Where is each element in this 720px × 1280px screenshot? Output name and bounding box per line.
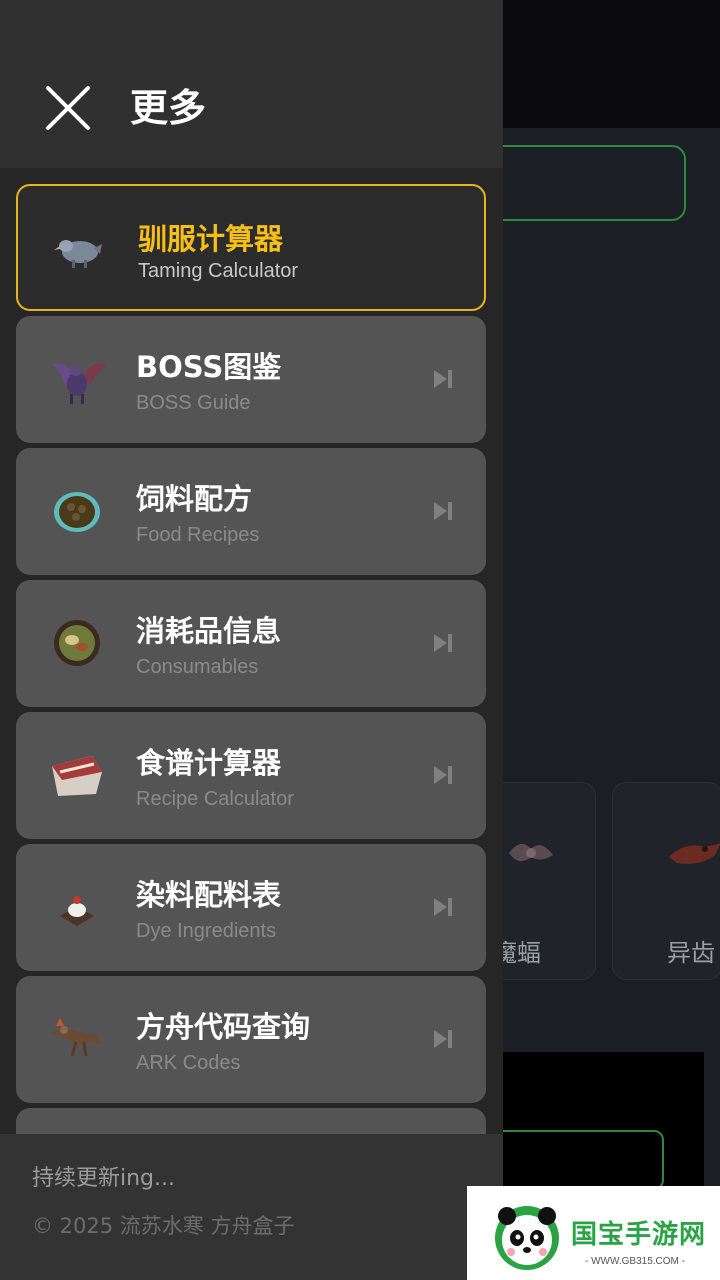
copyright-text: © 2025 流苏水寒 方舟盒子 bbox=[32, 1214, 295, 1238]
bat-creature-icon bbox=[509, 843, 553, 862]
drawer-title: 更多 bbox=[130, 86, 207, 130]
dragon-boss-icon bbox=[52, 363, 106, 404]
menu-item-subtitle: BOSS Guide bbox=[136, 392, 251, 414]
menu-item-recipe-calculator[interactable]: 食谱计算器 Recipe Calculator bbox=[16, 712, 486, 839]
menu-item-title: 方舟代码查询 bbox=[136, 1010, 311, 1044]
menu-item-subtitle: Dye Ingredients bbox=[136, 920, 277, 942]
background-creature-card: 异齿 bbox=[612, 782, 720, 980]
menu-item-partial[interactable] bbox=[16, 1108, 486, 1134]
drawer-header: 更多 bbox=[0, 0, 503, 168]
drawer-footer: 持续更新ing... © 2025 流苏水寒 方舟盒子 bbox=[0, 1134, 503, 1280]
kibble-egg-icon bbox=[54, 492, 100, 532]
menu-item-title: 饲料配方 bbox=[136, 482, 253, 516]
close-icon[interactable] bbox=[44, 84, 92, 132]
meat-cut-icon bbox=[52, 756, 102, 796]
creature-name: 异齿 bbox=[667, 939, 715, 967]
menu-item-title: BOSS图鉴 bbox=[136, 350, 282, 384]
menu-item-ark-codes[interactable]: 方舟代码查询 ARK Codes bbox=[16, 976, 486, 1103]
menu-item-subtitle: Food Recipes bbox=[136, 524, 260, 546]
skip-next-icon bbox=[434, 370, 452, 388]
skip-next-icon bbox=[434, 766, 452, 784]
menu-item-subtitle: ARK Codes bbox=[136, 1052, 241, 1074]
menu-item-title: 染料配料表 bbox=[136, 878, 282, 912]
soup-bowl-icon bbox=[54, 620, 100, 666]
navigation-drawer: 更多 驯服计算器 Taming Calculator BOSS图鉴 BOSS G… bbox=[0, 0, 503, 1280]
skip-next-icon bbox=[434, 634, 452, 652]
menu-item-dye-ingredients[interactable]: 染料配料表 Dye Ingredients bbox=[16, 844, 486, 971]
skip-next-icon bbox=[434, 502, 452, 520]
menu-item-food-recipes[interactable]: 饲料配方 Food Recipes bbox=[16, 448, 486, 575]
menu-item-taming-calculator[interactable]: 驯服计算器 Taming Calculator bbox=[16, 184, 486, 311]
panda-logo-icon bbox=[495, 1206, 559, 1270]
watermark-brand: 国宝手游网 bbox=[571, 1220, 707, 1250]
menu-item-title: 驯服计算器 bbox=[138, 222, 284, 256]
menu-item-subtitle: Recipe Calculator bbox=[136, 788, 294, 810]
skip-next-icon bbox=[434, 1030, 452, 1048]
skip-next-icon bbox=[434, 898, 452, 916]
dodo-creature-icon bbox=[54, 240, 102, 268]
menu-item-title: 食谱计算器 bbox=[136, 746, 282, 780]
site-watermark: 国宝手游网 - WWW.GB315.COM - bbox=[467, 1186, 720, 1280]
raptor-icon bbox=[50, 1018, 104, 1057]
creature-icon bbox=[669, 843, 720, 864]
menu-item-subtitle: Consumables bbox=[136, 656, 259, 678]
watermark-url: - WWW.GB315.COM - bbox=[585, 1256, 685, 1267]
menu-list[interactable]: 驯服计算器 Taming Calculator BOSS图鉴 BOSS Guid… bbox=[0, 168, 503, 1134]
menu-item-consumables[interactable]: 消耗品信息 Consumables bbox=[16, 580, 486, 707]
dye-bowl-icon bbox=[60, 896, 94, 926]
menu-item-title: 消耗品信息 bbox=[136, 614, 282, 648]
menu-item-boss-guide[interactable]: BOSS图鉴 BOSS Guide bbox=[16, 316, 486, 443]
creature-name: 魔蝠 bbox=[493, 939, 541, 967]
update-status-text: 持续更新ing... bbox=[32, 1166, 176, 1191]
menu-item-subtitle: Taming Calculator bbox=[138, 260, 299, 282]
